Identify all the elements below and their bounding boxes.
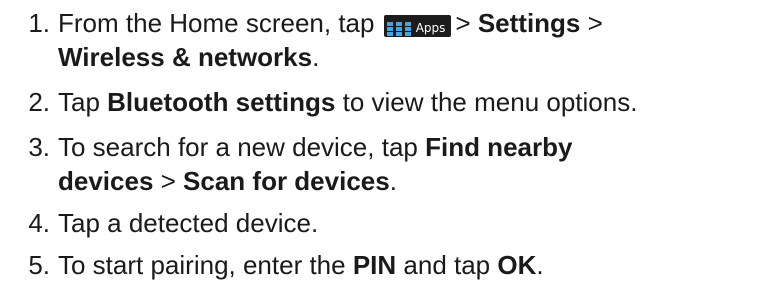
find-nearby-devices-label: devices	[58, 166, 154, 196]
step-text-line2: Wireless & networks.	[58, 40, 319, 74]
step-text: To start pairing, enter the PIN and tap …	[58, 248, 544, 282]
step-text-before: Tap	[58, 87, 108, 117]
apps-button: Apps	[383, 15, 452, 37]
instruction-list: 1. From the Home screen, tap Apps > Setti…	[0, 0, 773, 287]
step-text: From the Home screen, tap Apps > Settings…	[58, 6, 603, 40]
step-number: 2.	[28, 87, 50, 117]
find-nearby-label: Find nearby	[425, 132, 573, 162]
step-text-sep: >	[153, 166, 184, 196]
settings-label: Settings	[477, 8, 581, 38]
scan-for-devices-label: Scan for devices	[183, 166, 390, 196]
step-number: 1.	[28, 8, 50, 38]
step-text-end: .	[536, 250, 544, 280]
step-text-sep-2: >	[580, 8, 603, 38]
step-text: Tap Bluetooth settings to view the menu …	[58, 85, 637, 119]
step-text: To search for a new device, tap Find nea…	[58, 130, 572, 164]
step-text-before: To start pairing, enter the	[58, 250, 353, 280]
step-text-before: To search for a new device, tap	[58, 132, 426, 162]
step-number: 3.	[28, 132, 50, 162]
step-number: 5.	[28, 250, 50, 280]
wireless-networks-label: Wireless & networks	[58, 42, 313, 72]
step-text-sep: >	[455, 8, 478, 38]
step-text-mid: and tap	[396, 250, 498, 280]
step-text-end: .	[312, 42, 320, 72]
step-text-end: .	[389, 166, 397, 196]
ok-label: OK	[497, 250, 537, 280]
step-text-line2: devices > Scan for devices.	[58, 164, 397, 198]
apps-grid-icon	[386, 22, 411, 36]
bluetooth-settings-label: Bluetooth settings	[107, 87, 336, 117]
pin-label: PIN	[352, 250, 397, 280]
step-text: Tap a detected device.	[58, 208, 319, 238]
step-text-before: From the Home screen, tap	[58, 8, 375, 38]
step-text-after: to view the menu options.	[335, 87, 638, 117]
apps-button-label: Apps	[415, 21, 446, 35]
step-number: 4.	[28, 208, 50, 238]
